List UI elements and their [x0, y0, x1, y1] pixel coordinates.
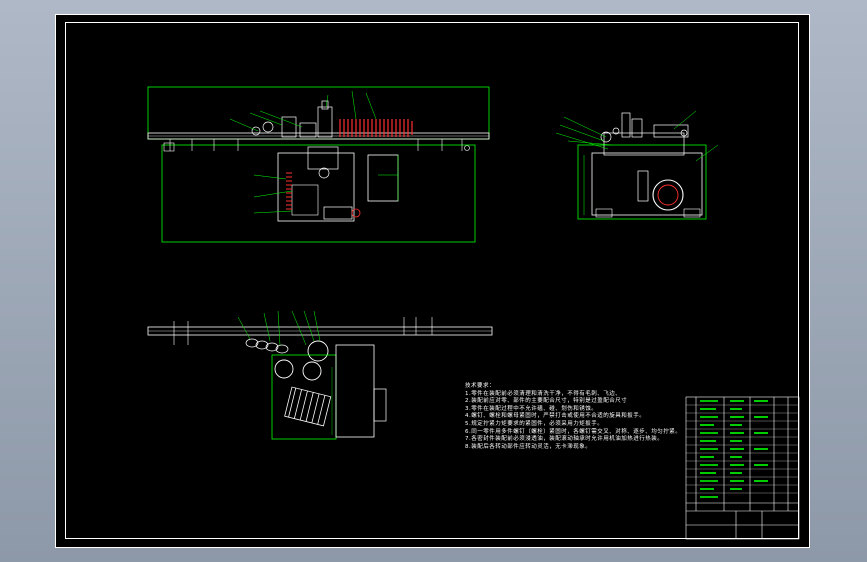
title-block-entries — [700, 400, 768, 498]
note-line: 2.装配前应对零、部件的主要配合尺寸，特别是过盈配合尺寸 — [465, 398, 628, 405]
note-line: 7.各密封件装配前必须浸透油，装配滚动轴承时允许用机油加热进行热装。 — [465, 436, 664, 443]
technical-notes: 技术要求： 1.零件在装配前必须清理和清洗干净，不得有毛刺、飞边、 2.装配前应… — [465, 383, 681, 451]
top-view — [147, 310, 493, 440]
side-view — [555, 110, 719, 220]
cad-drawing — [147, 86, 800, 540]
notes-title: 技术要求： — [465, 383, 496, 389]
title-block — [685, 396, 800, 540]
note-line: 4.螺钉、螺栓和螺母紧固时，严禁打击或使用不合适的旋具和扳手。 — [465, 413, 646, 420]
drawing-sheet: 技术要求： 1.零件在装配前必须清理和清洗干净，不得有毛刺、飞边、 2.装配前应… — [55, 14, 810, 548]
note-line: 5.规定拧紧力矩要求的紧固件，必须采用力矩扳手。 — [465, 420, 604, 427]
front-view — [147, 86, 490, 243]
note-line: 8.装配后各转动部件应转动灵活，无卡滞现象。 — [465, 443, 592, 450]
